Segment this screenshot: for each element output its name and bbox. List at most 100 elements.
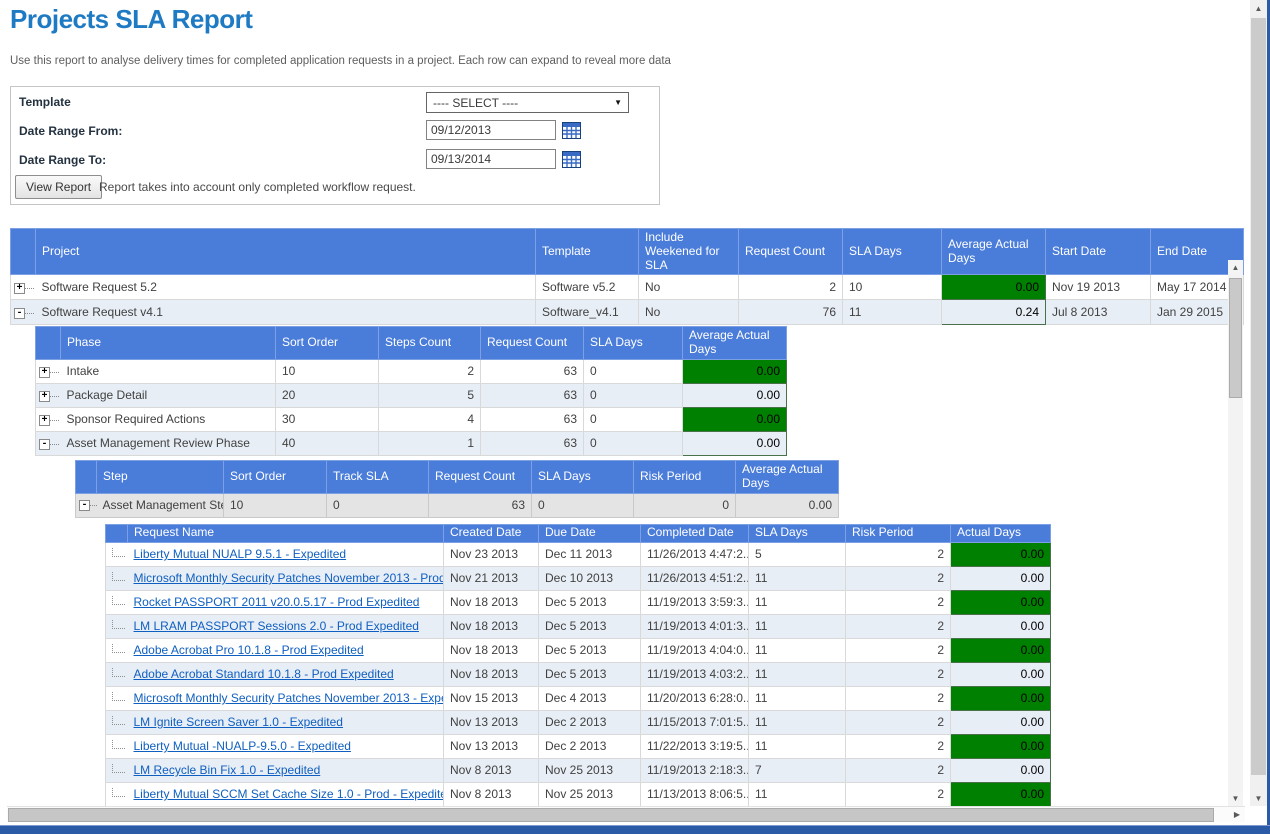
project-row: +Software Request 5.2Software v5.2No2100… bbox=[11, 275, 1244, 300]
sla-days-cell: 11 bbox=[749, 734, 846, 758]
request-leaf-cell bbox=[106, 542, 128, 566]
steps-header-spacer bbox=[76, 460, 97, 493]
leaf-connector-icon bbox=[112, 716, 125, 725]
page-vertical-scrollbar[interactable]: ▲ ▼ bbox=[1250, 0, 1267, 806]
col-sla-days: SLA Days bbox=[749, 524, 846, 542]
collapse-icon[interactable]: - bbox=[39, 439, 50, 450]
tree-line bbox=[50, 372, 59, 373]
request-link[interactable]: Liberty Mutual -NUALP-9.5.0 - Expedited bbox=[134, 739, 351, 753]
tree-line bbox=[50, 420, 59, 421]
request-link[interactable]: Rocket PASSPORT 2011 v20.0.5.17 - Prod E… bbox=[134, 595, 420, 609]
request-link[interactable]: Liberty Mutual NUALP 9.5.1 - Expedited bbox=[134, 547, 347, 561]
due-date-cell: Dec 5 2013 bbox=[539, 614, 641, 638]
due-date-cell: Dec 11 2013 bbox=[539, 542, 641, 566]
steps-table: Step Sort Order Track SLA Request Count … bbox=[75, 460, 839, 518]
request-leaf-cell bbox=[106, 686, 128, 710]
col-template: Template bbox=[536, 229, 639, 275]
col-track-sla: Track SLA bbox=[327, 460, 429, 493]
request-link[interactable]: Microsoft Monthly Security Patches Novem… bbox=[134, 571, 444, 585]
sort-order-cell: 30 bbox=[276, 407, 379, 431]
avg-actual-days-cell: 0.00 bbox=[683, 407, 787, 431]
completed-date-cell: 11/19/2013 4:03:2... bbox=[641, 662, 749, 686]
col-request-count: Request Count bbox=[429, 460, 532, 493]
phase-row: +Sponsor Required Actions3046300.00 bbox=[36, 407, 787, 431]
projects-header-spacer bbox=[11, 229, 36, 275]
request-row: Liberty Mutual NUALP 9.5.1 - ExpeditedNo… bbox=[106, 542, 1051, 566]
expand-icon[interactable]: + bbox=[39, 415, 50, 426]
phase-row: -Asset Management Review Phase4016300.00 bbox=[36, 431, 787, 455]
scroll-up-icon[interactable]: ▲ bbox=[1228, 260, 1243, 275]
request-link[interactable]: LM Recycle Bin Fix 1.0 - Expedited bbox=[134, 763, 321, 777]
actual-days-cell: 0.00 bbox=[951, 590, 1051, 614]
scroll-up-icon[interactable]: ▲ bbox=[1250, 0, 1267, 16]
calendar-icon[interactable] bbox=[562, 151, 581, 168]
date-from-input[interactable] bbox=[426, 120, 556, 140]
request-name-cell: LM Recycle Bin Fix 1.0 - Expedited bbox=[128, 758, 444, 782]
request-link[interactable]: Microsoft Monthly Security Patches Novem… bbox=[134, 691, 444, 705]
expand-icon[interactable]: + bbox=[39, 367, 50, 378]
report-vertical-scrollbar[interactable]: ▲ ▼ bbox=[1228, 260, 1243, 806]
request-row: LM Recycle Bin Fix 1.0 - ExpeditedNov 8 … bbox=[106, 758, 1051, 782]
scroll-down-icon[interactable]: ▼ bbox=[1250, 790, 1267, 806]
page-vscroll-thumb[interactable] bbox=[1251, 18, 1266, 775]
request-link[interactable]: LM Ignite Screen Saver 1.0 - Expedited bbox=[134, 715, 343, 729]
project-name-cell: Software Request 5.2 bbox=[36, 275, 536, 300]
expand-icon[interactable]: + bbox=[39, 391, 50, 402]
request-count-cell: 76 bbox=[739, 300, 843, 325]
actual-days-cell: 0.00 bbox=[951, 758, 1051, 782]
col-request-count: Request Count bbox=[481, 327, 584, 360]
risk-period-cell: 2 bbox=[846, 638, 951, 662]
steps-count-cell: 4 bbox=[379, 407, 481, 431]
page-title: Projects SLA Report bbox=[10, 4, 252, 35]
col-risk-period: Risk Period bbox=[846, 524, 951, 542]
expand-icon[interactable]: + bbox=[14, 283, 25, 294]
request-link[interactable]: Adobe Acrobat Pro 10.1.8 - Prod Expedite… bbox=[134, 643, 364, 657]
completed-date-cell: 11/22/2013 3:19:5... bbox=[641, 734, 749, 758]
template-select-value: ---- SELECT ---- bbox=[433, 96, 518, 110]
request-leaf-cell bbox=[106, 614, 128, 638]
phase-name-cell: Package Detail bbox=[61, 383, 276, 407]
col-project: Project bbox=[36, 229, 536, 275]
tree-line bbox=[25, 288, 34, 289]
actual-days-cell: 0.00 bbox=[951, 734, 1051, 758]
sla-days-cell: 11 bbox=[749, 638, 846, 662]
report-hscroll-thumb[interactable] bbox=[8, 808, 1214, 822]
template-select[interactable]: ---- SELECT ---- ▼ bbox=[426, 92, 629, 113]
request-leaf-cell bbox=[106, 590, 128, 614]
created-date-cell: Nov 18 2013 bbox=[444, 614, 539, 638]
col-start-date: Start Date bbox=[1046, 229, 1151, 275]
scroll-right-icon[interactable]: ▶ bbox=[1229, 807, 1245, 822]
view-report-button[interactable]: View Report bbox=[15, 175, 102, 199]
report-horizontal-scrollbar[interactable]: ▶ bbox=[7, 806, 1245, 822]
risk-period-cell: 0 bbox=[634, 493, 736, 517]
avg-actual-days-cell: 0.00 bbox=[683, 359, 787, 383]
date-to-input[interactable] bbox=[426, 149, 556, 169]
actual-days-cell: 0.00 bbox=[951, 638, 1051, 662]
request-count-cell: 2 bbox=[739, 275, 843, 300]
scroll-down-icon[interactable]: ▼ bbox=[1228, 791, 1243, 806]
due-date-cell: Dec 5 2013 bbox=[539, 638, 641, 662]
report-vscroll-thumb[interactable] bbox=[1229, 278, 1242, 398]
step-expand-cell: - bbox=[76, 493, 97, 517]
request-link[interactable]: LM LRAM PASSPORT Sessions 2.0 - Prod Exp… bbox=[134, 619, 419, 633]
request-leaf-cell bbox=[106, 734, 128, 758]
request-link[interactable]: Liberty Mutual SCCM Set Cache Size 1.0 -… bbox=[134, 787, 444, 801]
phase-row: +Package Detail2056300.00 bbox=[36, 383, 787, 407]
collapse-icon[interactable]: - bbox=[14, 308, 25, 319]
col-avg-actual-days: Average Actual Days bbox=[683, 327, 787, 360]
phases-table: Phase Sort Order Steps Count Request Cou… bbox=[35, 326, 787, 456]
completed-date-cell: 11/19/2013 2:18:3... bbox=[641, 758, 749, 782]
collapse-icon[interactable]: - bbox=[79, 500, 90, 511]
track-sla-cell: 0 bbox=[327, 493, 429, 517]
calendar-icon[interactable] bbox=[562, 122, 581, 139]
actual-days-cell: 0.00 bbox=[951, 710, 1051, 734]
request-name-cell: LM LRAM PASSPORT Sessions 2.0 - Prod Exp… bbox=[128, 614, 444, 638]
request-leaf-cell bbox=[106, 662, 128, 686]
request-count-cell: 63 bbox=[481, 359, 584, 383]
due-date-cell: Dec 5 2013 bbox=[539, 662, 641, 686]
col-request-count: Request Count bbox=[739, 229, 843, 275]
col-completed-date: Completed Date bbox=[641, 524, 749, 542]
col-avg-actual-days: Average Actual Days bbox=[942, 229, 1046, 275]
request-link[interactable]: Adobe Acrobat Standard 10.1.8 - Prod Exp… bbox=[134, 667, 394, 681]
phase-name-cell: Intake bbox=[61, 359, 276, 383]
